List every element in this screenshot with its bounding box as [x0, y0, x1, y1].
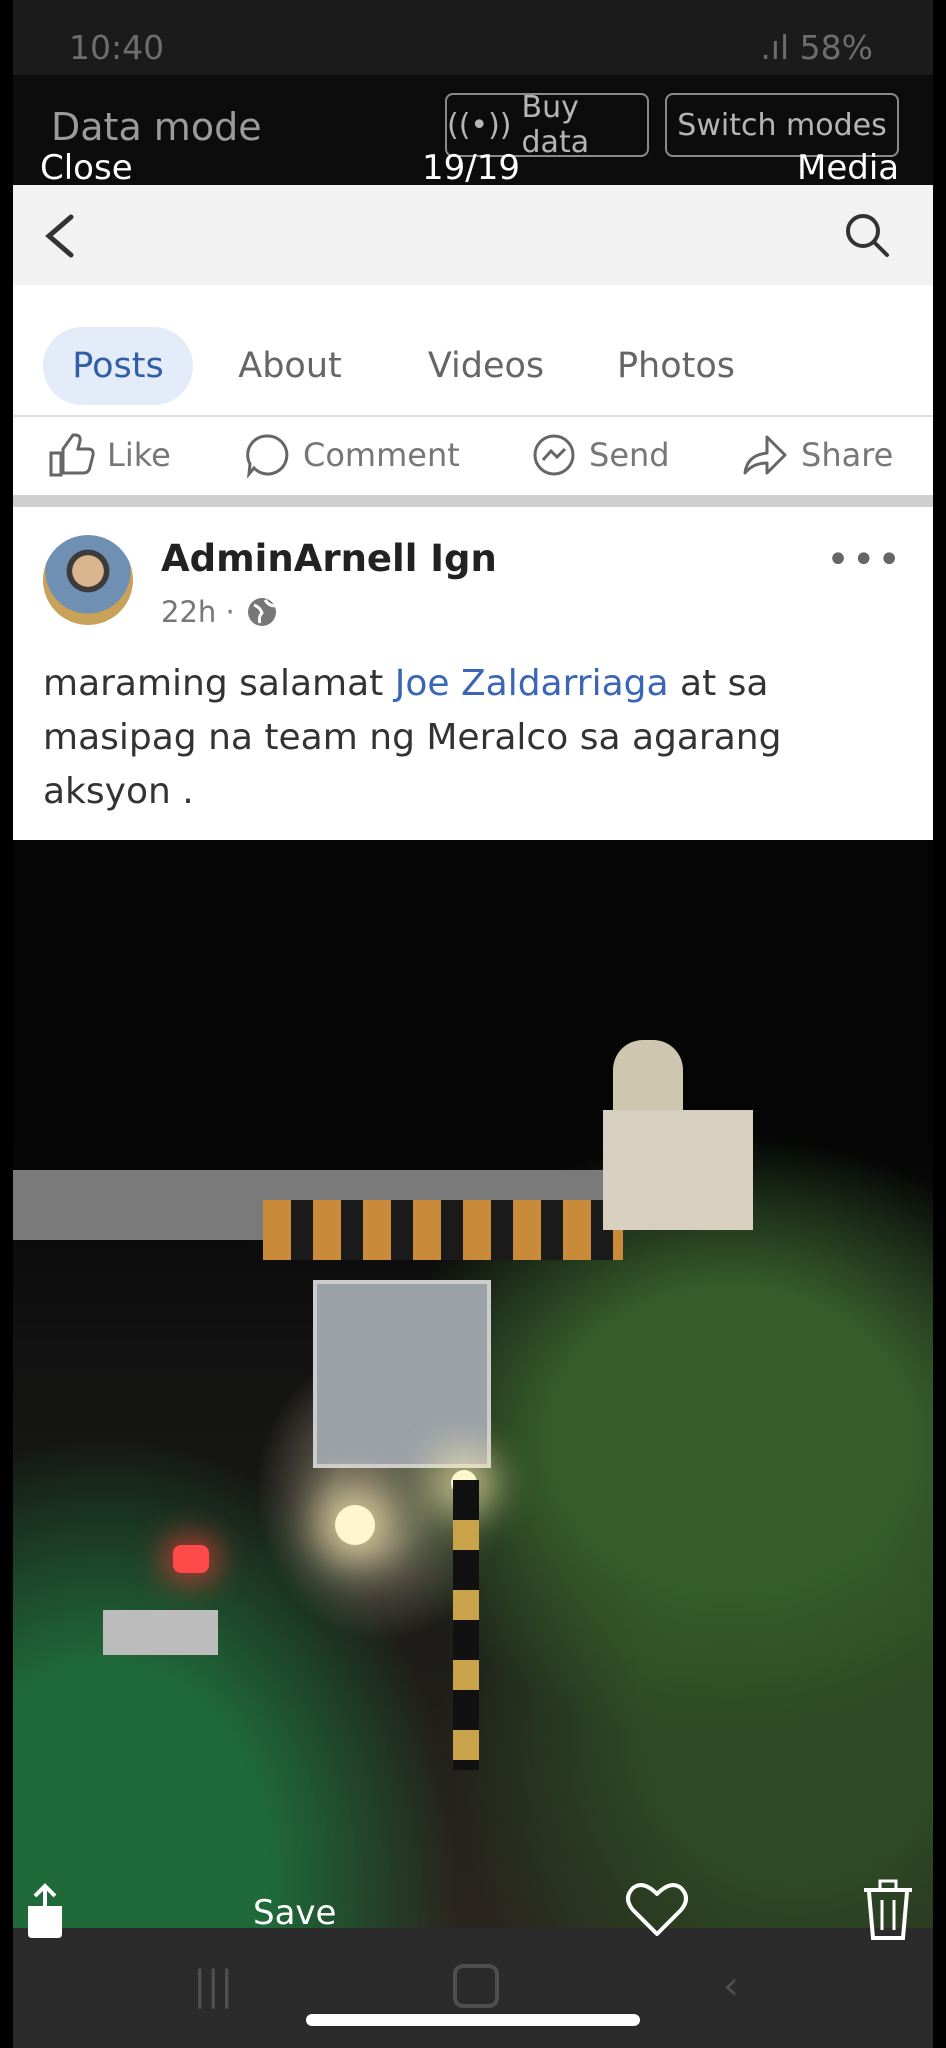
- tab-photos[interactable]: Photos: [601, 327, 751, 405]
- tab-videos[interactable]: Videos: [411, 327, 561, 405]
- post-text-before: maraming salamat: [43, 663, 395, 704]
- headlight: [335, 1505, 375, 1545]
- close-button[interactable]: Close: [40, 148, 133, 188]
- section-divider: [13, 495, 933, 507]
- tail-light: [173, 1545, 209, 1573]
- hazard-stripes: [263, 1200, 623, 1260]
- image-counter: 19/19: [422, 148, 520, 188]
- page-tabs: Posts About Videos Photos: [13, 285, 933, 415]
- home-icon: [453, 1964, 499, 2008]
- comment-label: Comment: [303, 436, 460, 474]
- heart-icon[interactable]: [625, 1882, 689, 1938]
- share-button[interactable]: Share: [741, 425, 893, 485]
- comment-icon: [246, 434, 289, 478]
- post-time: 22h ·: [161, 595, 235, 629]
- post-author[interactable]: AdminArnell Ign: [161, 537, 497, 580]
- more-options-icon[interactable]: •••: [826, 537, 903, 583]
- share-arrow-icon: [743, 435, 787, 475]
- save-button[interactable]: Save: [253, 1893, 336, 1933]
- share-label: Share: [801, 436, 894, 474]
- post-meta: 22h ·: [161, 595, 279, 629]
- post-card: AdminArnell Ign 22h · ••• maraming salam…: [13, 507, 933, 840]
- like-button[interactable]: Like: [47, 425, 171, 485]
- post-photo: [13, 840, 933, 1928]
- data-mode-title: Data mode: [51, 105, 262, 149]
- thumbs-up-icon: [49, 433, 95, 477]
- status-right: .ıl 58%: [760, 28, 873, 67]
- back-nav-icon: ‹: [723, 1963, 739, 2009]
- messenger-icon: [533, 434, 575, 476]
- media-button[interactable]: Media: [797, 148, 899, 188]
- tab-about[interactable]: About: [225, 327, 355, 405]
- search-icon[interactable]: [843, 211, 891, 259]
- buy-data-label: Buy data: [521, 90, 590, 160]
- bucket-lift: [603, 1110, 753, 1230]
- send-label: Send: [589, 436, 670, 474]
- tab-posts[interactable]: Posts: [43, 327, 193, 405]
- facebook-page: Posts About Videos Photos Like Comment S…: [13, 185, 933, 840]
- top-bar: [13, 185, 933, 287]
- avatar[interactable]: [43, 535, 133, 625]
- trash-icon[interactable]: [860, 1878, 916, 1942]
- status-time: 10:40: [69, 28, 165, 67]
- signal-icon: .ıl: [760, 28, 800, 67]
- back-icon[interactable]: [41, 213, 81, 259]
- license-plate: [103, 1610, 218, 1655]
- truck-cab: [313, 1280, 491, 1468]
- send-button[interactable]: Send: [531, 425, 670, 485]
- android-nav-bar: ||| ‹: [13, 1928, 933, 2048]
- home-indicator[interactable]: [306, 2014, 640, 2026]
- screenshot-content: 10:40 .ıl 58% Data mode ((•)) Buy data S…: [13, 0, 933, 2048]
- recents-icon: |||: [193, 1963, 234, 2009]
- comment-button[interactable]: Comment: [245, 425, 460, 485]
- globe-icon: [247, 598, 276, 626]
- antenna-icon: ((•)): [447, 107, 512, 143]
- post-text: maraming salamat Joe Zaldarriaga at sa m…: [43, 657, 903, 819]
- bollard: [453, 1480, 479, 1770]
- like-label: Like: [107, 436, 171, 474]
- post-actions-bar: Like Comment Send Share: [13, 415, 933, 497]
- switch-modes-label: Switch modes: [677, 107, 887, 143]
- share-icon[interactable]: [22, 1882, 68, 1942]
- mention-link[interactable]: Joe Zaldarriaga: [395, 663, 669, 704]
- battery-level: 58%: [799, 28, 873, 67]
- status-bar: 10:40 .ıl 58%: [13, 0, 933, 75]
